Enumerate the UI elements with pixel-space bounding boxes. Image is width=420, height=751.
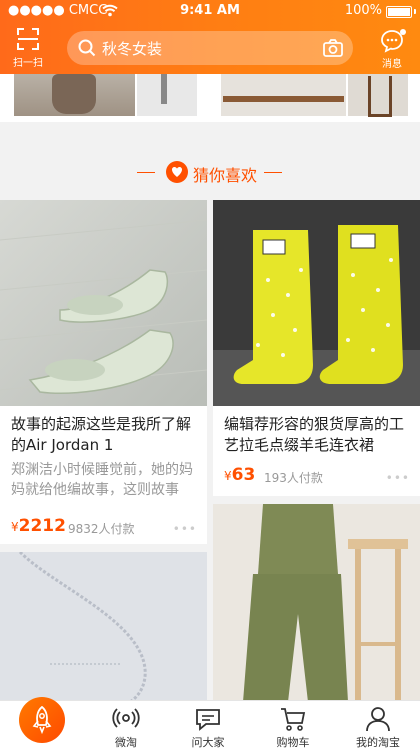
tab-ask-everyone[interactable]: 问大家 [180,701,236,751]
product-price: ¥63 [224,465,255,485]
title-dash-right [264,172,282,173]
buyer-count: 9832人付款 [68,522,135,536]
product-image-necklace[interactable] [0,552,207,702]
product-title-line1: 编辑荐形容的狠货厚高的工 [224,415,405,433]
product-title: 故事的起源这些是我所了解 的Air Jordan 1 [11,414,191,456]
scan-label: 扫一扫 [13,58,43,69]
section-title: 猜你喜欢 [193,166,258,185]
more-options-icon[interactable]: ••• [386,471,410,485]
scan-button[interactable]: 扫一扫 [10,27,46,69]
product-image-shoes[interactable] [0,200,207,406]
table-figure [223,96,344,102]
bottom-tab-bar: 微淘 问大家 购物车 我的淘宝 [0,697,420,751]
tab-label: 我的淘宝 [356,736,400,749]
product-title: 编辑荐形容的狠货厚高的工 艺拉毛点缀羊毛连衣裙 [224,414,404,456]
dog-figure [52,74,96,114]
product-card-shoes[interactable]: 故事的起源这些是我所了解 的Air Jordan 1 郑渊洁小时候睡觉前，她的妈… [0,200,207,544]
product-description: 郑渊洁小时候睡觉前，她的妈 妈就给他编故事，这则故事 [11,460,193,500]
previous-section-images [0,74,420,122]
product-card-boots[interactable]: 编辑荐形容的狠货厚高的工 艺拉毛点缀羊毛连衣裙 ¥63 193人付款 ••• [213,200,420,496]
product-desc-line1: 郑渊洁小时候睡觉前，她的妈 [11,462,193,478]
more-options-icon[interactable]: ••• [173,522,197,536]
camera-icon[interactable] [323,39,343,57]
currency-symbol: ¥ [11,520,19,534]
status-bar: ●●●●● CMCC 9:41 AM 100% [0,0,420,22]
heart-icon [166,161,188,183]
search-bar[interactable]: 秋冬女装 [67,31,353,65]
tab-label: 购物车 [276,736,310,749]
messages-label: 消息 [382,59,402,70]
price-value: 2212 [18,516,66,536]
chair-figure [368,76,392,117]
tab-weitao[interactable]: 微淘 [100,701,152,751]
product-title-line2: 艺拉毛点缀羊毛连衣裙 [224,436,375,454]
search-placeholder: 秋冬女装 [102,40,163,58]
person-icon [366,707,390,732]
guess-you-like-header: 猜你喜欢 [0,156,420,188]
product-image-chair[interactable] [348,74,408,117]
home-button[interactable] [19,697,65,743]
broadcast-icon [112,708,140,728]
tab-label: 微淘 [115,736,137,749]
product-image-lamp[interactable] [137,74,197,116]
battery-icon [386,6,412,18]
battery-percent: 100% [344,3,382,18]
product-image-pants[interactable] [213,504,420,702]
product-card-pants[interactable] [213,504,420,702]
battery-nub [414,9,416,14]
notification-dot [400,29,406,35]
messages-button[interactable]: 消息 [372,27,412,70]
product-image-boots[interactable] [213,200,420,406]
lamp-figure [161,74,167,104]
title-dash-left [137,172,155,173]
app-header: ●●●●● CMCC 9:41 AM 100% 扫一扫 秋冬女装 消息 [0,0,420,74]
product-image-table[interactable] [221,74,346,116]
product-image-dog[interactable] [14,74,135,116]
rocket-icon [32,706,52,734]
product-price: ¥2212 [11,516,66,536]
search-icon [78,39,96,57]
product-title-line2: 的Air Jordan 1 [11,436,114,454]
product-title-line1: 故事的起源这些是我所了解 [11,415,192,433]
currency-symbol: ¥ [224,469,232,483]
chat-bubbles-icon [196,709,220,731]
price-value: 63 [231,465,256,485]
wifi-icon [102,4,118,17]
product-card-necklace[interactable] [0,552,207,702]
tab-my-taobao[interactable]: 我的淘宝 [348,701,408,751]
scan-icon [17,28,39,50]
product-desc-line2: 妈就给他编故事，这则故事 [11,482,179,498]
buyer-count: 193人付款 [264,471,323,485]
cart-icon [281,708,306,731]
tab-label: 问大家 [191,736,225,749]
tab-cart[interactable]: 购物车 [264,701,322,751]
